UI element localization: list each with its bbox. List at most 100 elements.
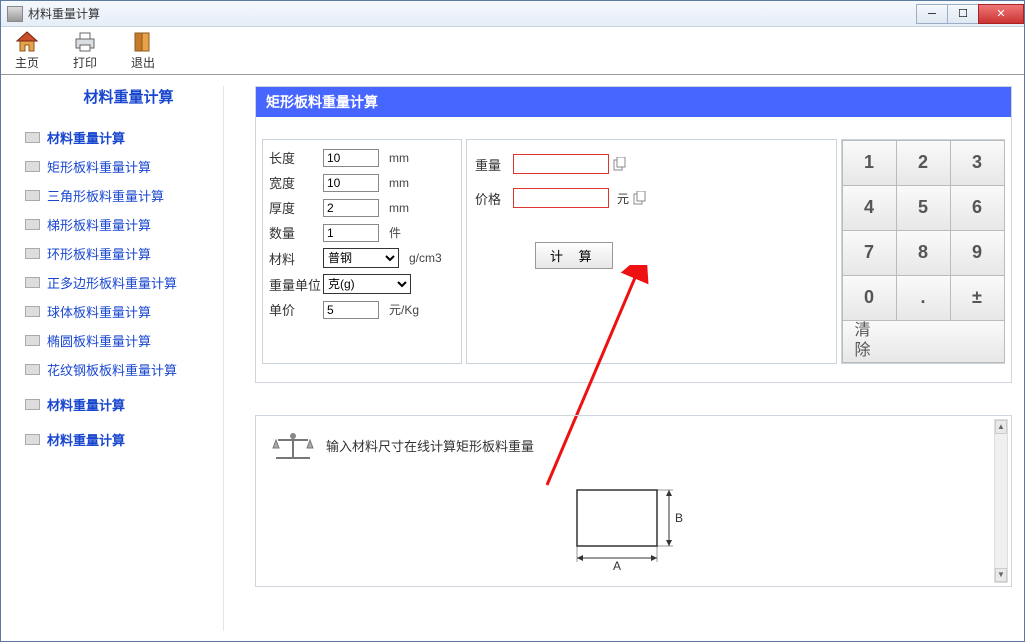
calculate-button[interactable]: 计 算 xyxy=(535,242,613,269)
key-7[interactable]: 7 xyxy=(842,230,897,276)
toolbar-home-label: 主页 xyxy=(15,54,39,71)
nav-item-0[interactable]: 材料重量计算 xyxy=(23,123,234,152)
nav-item-2[interactable]: 三角形板料重量计算 xyxy=(23,181,234,210)
key-dot[interactable]: . xyxy=(896,275,951,321)
thick-unit: mm xyxy=(389,201,409,215)
scale-icon xyxy=(270,428,316,464)
main-content: 矩形板料重量计算 长度 mm 宽度 mm xyxy=(243,76,1024,641)
key-3[interactable]: 3 xyxy=(950,140,1005,186)
print-icon xyxy=(73,31,97,53)
close-button[interactable]: ✕ xyxy=(978,4,1024,24)
length-unit: mm xyxy=(389,151,409,165)
key-4[interactable]: 4 xyxy=(842,185,897,231)
nav-item-label: 椭圆板料重量计算 xyxy=(47,331,151,350)
info-text: 输入材料尺寸在线计算矩形板料重量 xyxy=(326,436,534,455)
key-pm[interactable]: ± xyxy=(950,275,1005,321)
material-select[interactable]: 普钢 xyxy=(323,248,399,268)
doc-icon xyxy=(25,399,40,410)
key-2[interactable]: 2 xyxy=(896,140,951,186)
price-label: 单价 xyxy=(269,300,323,319)
toolbar-exit-label: 退出 xyxy=(131,54,155,71)
price-unit: 元/Kg xyxy=(389,301,419,318)
scroll-up-icon[interactable]: ▲ xyxy=(995,420,1007,434)
nav-list: 材料重量计算 矩形板料重量计算 三角形板料重量计算 梯形板料重量计算 环形板料重… xyxy=(23,123,234,454)
home-icon xyxy=(15,31,39,53)
key-1[interactable]: 1 xyxy=(842,140,897,186)
price-input[interactable] xyxy=(323,301,379,319)
weight-label: 重量 xyxy=(475,155,513,174)
nav-item-7[interactable]: 椭圆板料重量计算 xyxy=(23,326,234,355)
nav-item-6[interactable]: 球体板料重量计算 xyxy=(23,297,234,326)
nav-item-label: 球体板料重量计算 xyxy=(47,302,151,321)
price-output xyxy=(513,188,609,208)
doc-icon xyxy=(25,277,40,288)
toolbar-exit[interactable]: 退出 xyxy=(131,31,155,71)
clear-button[interactable]: 清 除 xyxy=(842,320,1005,364)
rect-diagram: A B xyxy=(569,482,689,572)
doc-icon xyxy=(25,335,40,346)
app-icon xyxy=(7,6,23,22)
input-form: 长度 mm 宽度 mm 厚度 mm xyxy=(262,139,462,364)
titlebar: 材料重量计算 ─ ☐ ✕ xyxy=(1,1,1024,27)
info-panel: 输入材料尺寸在线计算矩形板料重量 A B xyxy=(255,415,1012,587)
width-unit: mm xyxy=(389,176,409,190)
rprice-label: 价格 xyxy=(475,189,513,208)
panel-title: 矩形板料重量计算 xyxy=(256,87,1011,117)
key-8[interactable]: 8 xyxy=(896,230,951,276)
doc-icon xyxy=(25,364,40,375)
copy-icon[interactable] xyxy=(633,191,647,205)
nav-item-3[interactable]: 梯形板料重量计算 xyxy=(23,210,234,239)
nav-item-label: 环形板料重量计算 xyxy=(47,244,151,263)
nav-item-label: 材料重量计算 xyxy=(47,128,125,147)
doc-icon xyxy=(25,161,40,172)
key-9[interactable]: 9 xyxy=(950,230,1005,276)
nav-item-9[interactable]: 材料重量计算 xyxy=(23,390,234,419)
toolbar: 主页 打印 退出 xyxy=(1,27,1024,75)
nav-item-label: 梯形板料重量计算 xyxy=(47,215,151,234)
doc-icon xyxy=(25,190,40,201)
qty-input[interactable] xyxy=(323,224,379,242)
window-title: 材料重量计算 xyxy=(28,5,100,22)
nav-item-10[interactable]: 材料重量计算 xyxy=(23,425,234,454)
maximize-button[interactable]: ☐ xyxy=(947,4,979,24)
length-input[interactable] xyxy=(323,149,379,167)
qty-unit: 件 xyxy=(389,224,401,241)
keypad: 1 2 3 4 5 6 7 8 9 0 . ± xyxy=(841,139,1005,364)
sidebar: 材料重量计算 材料重量计算 矩形板料重量计算 三角形板料重量计算 梯形板料重量计… xyxy=(1,76,243,641)
nav-item-label: 花纹钢板板料重量计算 xyxy=(47,360,177,379)
material-label: 材料 xyxy=(269,249,323,268)
key-6[interactable]: 6 xyxy=(950,185,1005,231)
doc-icon xyxy=(25,248,40,259)
nav-item-4[interactable]: 环形板料重量计算 xyxy=(23,239,234,268)
thick-label: 厚度 xyxy=(269,198,323,217)
toolbar-print[interactable]: 打印 xyxy=(73,31,97,71)
nav-item-label: 矩形板料重量计算 xyxy=(47,157,151,176)
minimize-button[interactable]: ─ xyxy=(916,4,948,24)
width-input[interactable] xyxy=(323,174,379,192)
wunit-label: 重量单位 xyxy=(269,275,323,294)
key-0[interactable]: 0 xyxy=(842,275,897,321)
nav-item-label: 三角形板料重量计算 xyxy=(47,186,164,205)
toolbar-home[interactable]: 主页 xyxy=(15,31,39,71)
nav-item-label: 材料重量计算 xyxy=(47,395,125,414)
scroll-down-icon[interactable]: ▼ xyxy=(995,568,1007,582)
nav-item-8[interactable]: 花纹钢板板料重量计算 xyxy=(23,355,234,384)
rprice-unit: 元 xyxy=(617,190,629,207)
toolbar-print-label: 打印 xyxy=(73,54,97,71)
nav-item-1[interactable]: 矩形板料重量计算 xyxy=(23,152,234,181)
exit-icon xyxy=(131,31,155,53)
material-unit: g/cm3 xyxy=(409,251,442,265)
nav-item-5[interactable]: 正多边形板料重量计算 xyxy=(23,268,234,297)
svg-text:A: A xyxy=(613,559,621,572)
info-scrollbar[interactable]: ▲ ▼ xyxy=(994,419,1008,583)
wunit-select[interactable]: 克(g) xyxy=(323,274,411,294)
qty-label: 数量 xyxy=(269,223,323,242)
calc-panel: 矩形板料重量计算 长度 mm 宽度 mm xyxy=(255,86,1012,383)
doc-icon xyxy=(25,132,40,143)
copy-icon[interactable] xyxy=(613,157,627,171)
thick-input[interactable] xyxy=(323,199,379,217)
sidebar-title: 材料重量计算 xyxy=(23,86,234,107)
result-area: 重量 价格 元 xyxy=(466,139,837,364)
doc-icon xyxy=(25,434,40,445)
key-5[interactable]: 5 xyxy=(896,185,951,231)
